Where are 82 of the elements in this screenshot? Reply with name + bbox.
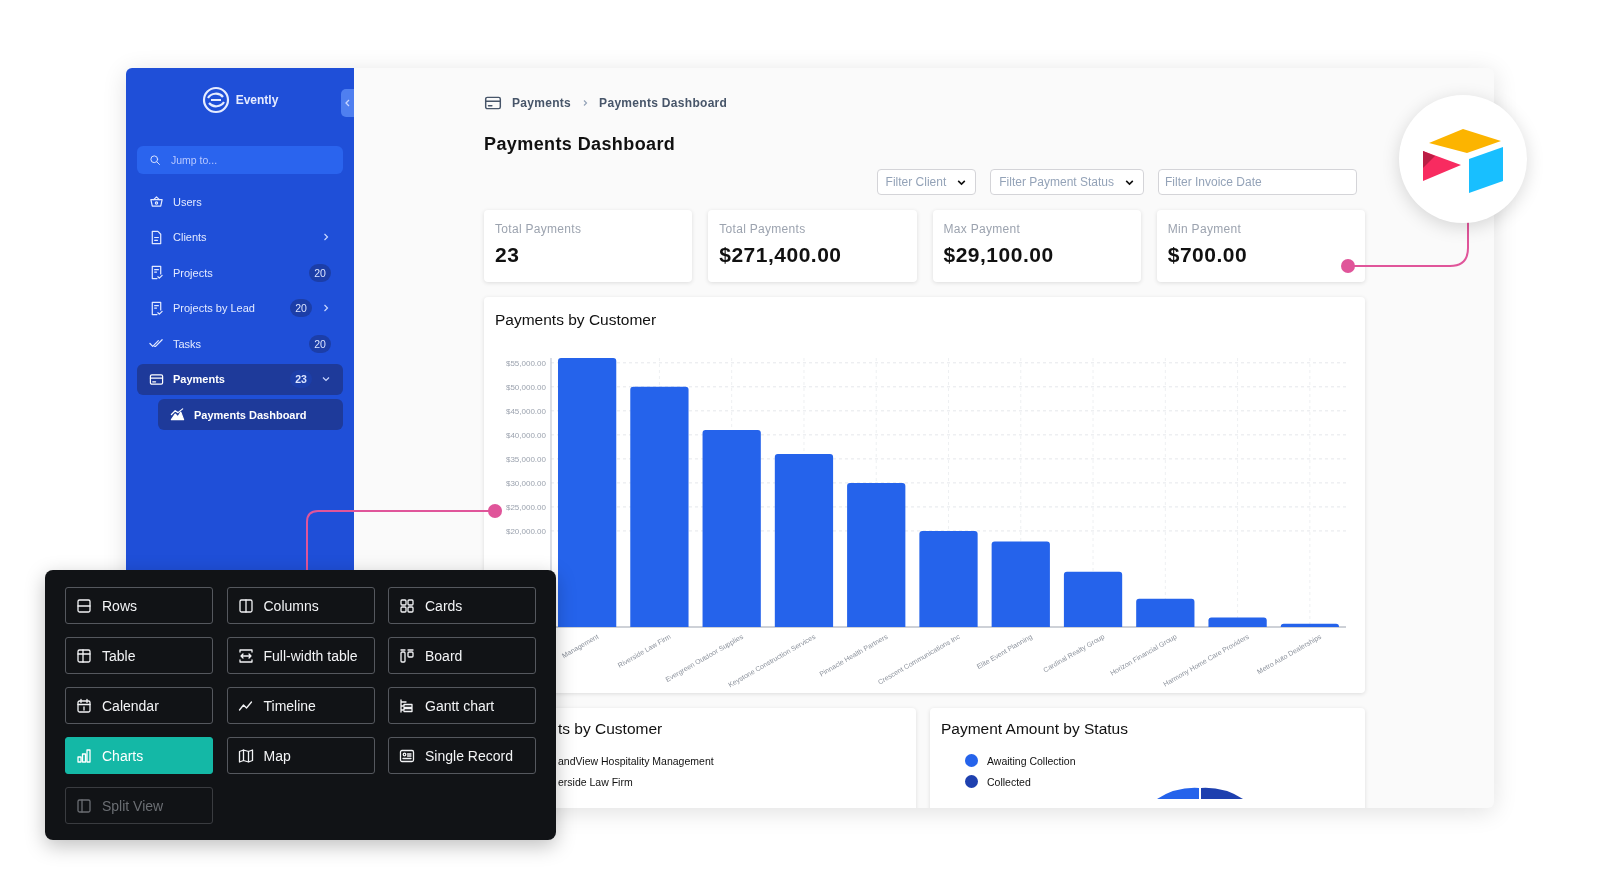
sidebar-item[interactable]: Payments 23 (137, 363, 343, 395)
legend-label: erside Law Firm (558, 775, 633, 788)
view-option-button[interactable]: Full-width table (226, 637, 375, 674)
split-view-icon (76, 797, 92, 814)
record-icon (399, 747, 415, 764)
search-field[interactable]: Jump to... (137, 146, 343, 174)
breadcrumb-link[interactable]: Payments (512, 96, 572, 110)
axis-tick-label: $30,000.00 (505, 478, 546, 488)
count-badge: 20 (309, 334, 331, 353)
swirl-logo-icon (201, 86, 230, 114)
basket-icon (149, 194, 164, 209)
view-option-button[interactable]: Cards (388, 587, 536, 624)
map-icon (237, 747, 254, 764)
count-badge: 20 (290, 299, 312, 317)
axis-tick-label: $20,000.00 (505, 526, 546, 536)
chart-bar (1208, 617, 1267, 627)
sidebar-subitem[interactable]: Payments Dashboard (158, 399, 343, 430)
legend-label: Awaiting Collection (987, 754, 1076, 767)
view-option-button[interactable]: Columns (226, 587, 375, 624)
search-icon (149, 154, 161, 166)
card-icon (149, 371, 164, 387)
stat-value: $271,400.00 (719, 243, 843, 267)
stat-value: $29,100.00 (943, 243, 1055, 267)
sidebar-item[interactable]: Clients (137, 221, 343, 253)
chart-title: ts by Customer (558, 720, 664, 738)
gantt-icon (399, 697, 415, 714)
stat-value: $700.00 (1167, 243, 1249, 267)
legend-label: Collected (987, 775, 1031, 788)
axis-tick-label: $35,000.00 (505, 454, 546, 464)
view-option-button[interactable]: Map (226, 737, 375, 774)
expand-width-icon (237, 647, 254, 664)
sidebar-item[interactable]: Users (137, 186, 343, 217)
chevron-right-icon (581, 99, 590, 107)
stat-value: 23 (495, 243, 521, 267)
count-badge: 20 (309, 263, 331, 282)
stat-label: Min Payment (1167, 222, 1243, 236)
view-option-button[interactable]: Table (65, 637, 213, 674)
axis-tick-label: $40,000.00 (505, 430, 546, 440)
brand-name: Evently (235, 93, 279, 107)
chart-bar (1063, 571, 1123, 627)
table-icon (76, 647, 92, 664)
count-badge: 23 (290, 370, 312, 388)
checklist-icon (149, 300, 164, 316)
card-icon (484, 94, 502, 112)
chart-title: Payments by Customer (495, 311, 658, 330)
date-filter-field[interactable]: Filter Invoice Date (1158, 169, 1357, 195)
axis-tick-label: $50,000.00 (505, 382, 546, 392)
legend-label: andView Hospitality Management (558, 754, 714, 767)
chart-bar (1280, 623, 1339, 627)
view-option-button[interactable]: Timeline (226, 687, 375, 724)
grid-icon (399, 597, 415, 614)
rows-icon (76, 597, 92, 614)
chevron-icon (321, 374, 331, 384)
axis-tick-label: $45,000.00 (505, 406, 546, 416)
checklist-icon (149, 265, 164, 280)
sidebar-item[interactable]: Projects by Lead 20 (137, 292, 343, 324)
view-option-button[interactable]: Board (388, 637, 536, 674)
chevron-icon (321, 303, 331, 313)
chevron-left-icon (343, 99, 352, 107)
sidebar-item[interactable]: Projects 20 (137, 257, 343, 288)
view-option-button[interactable]: Single Record (388, 737, 536, 774)
breadcrumb-link[interactable]: Payments Dashboard (599, 96, 728, 110)
axis-tick-label: $25,000.00 (505, 502, 546, 512)
calendar-icon (76, 697, 92, 714)
view-option-button[interactable]: Gantt chart (388, 687, 536, 724)
board-icon (399, 647, 415, 664)
axis-tick-label: $55,000.00 (505, 358, 546, 368)
stat-label: Total Payments (495, 222, 583, 236)
collapse-button[interactable] (341, 89, 354, 117)
page-title: Payments Dashboard (484, 134, 677, 155)
area-chart-icon (170, 407, 185, 422)
sidebar-item[interactable]: Tasks 20 (137, 328, 343, 359)
stat-label: Total Payments (719, 222, 807, 236)
view-option-button[interactable]: Calendar (65, 687, 213, 724)
chart-title: Payment Amount by Status (941, 720, 1129, 738)
view-option-button[interactable]: Rows (65, 587, 213, 624)
columns-icon (237, 597, 254, 614)
bar-chart-icon (76, 747, 92, 764)
document-icon (149, 229, 164, 245)
chart-bar (1136, 598, 1195, 627)
chevron-icon (321, 232, 331, 242)
stat-label: Max Payment (943, 222, 1022, 236)
